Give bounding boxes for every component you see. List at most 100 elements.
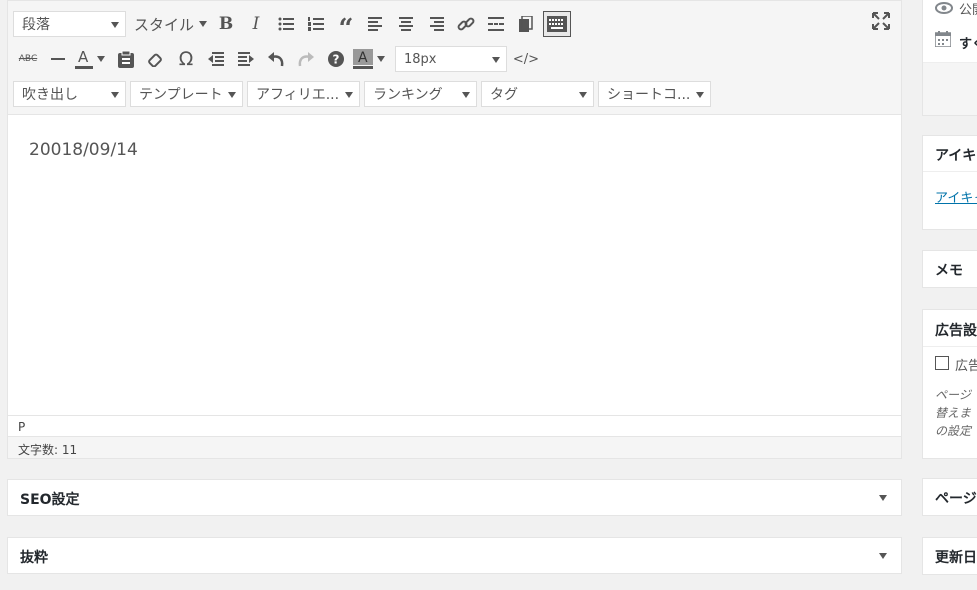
excerpt-box[interactable]: 抜粋 xyxy=(7,537,902,574)
html-tag-icon: </> xyxy=(512,51,540,67)
redo-button[interactable] xyxy=(291,45,321,73)
seo-settings-title: SEO設定 xyxy=(20,492,80,508)
toolbar-toggle-button[interactable] xyxy=(543,11,572,37)
html-tag-button[interactable]: </> xyxy=(511,45,541,73)
balloon-select-value: 吹き出し xyxy=(22,87,78,103)
schedule-status: すぐ xyxy=(959,37,977,52)
background-color-icon: A xyxy=(353,49,373,69)
tag-select[interactable]: タグ xyxy=(481,81,594,107)
ad-note-line-3: の設定 xyxy=(935,424,972,438)
seo-settings-box[interactable]: SEO設定 xyxy=(7,479,902,516)
italic-icon: I xyxy=(252,14,260,34)
read-more-icon xyxy=(488,17,505,31)
help-button[interactable]: ? xyxy=(321,45,351,73)
bullet-list-button[interactable] xyxy=(271,10,301,38)
element-path-p[interactable]: P xyxy=(18,420,25,434)
editor-content-area[interactable]: 20018/09/14 xyxy=(8,114,901,415)
toggle-arrow-icon[interactable] xyxy=(879,553,887,559)
format-select[interactable]: 段落 xyxy=(13,11,126,37)
page-box-title: ページ xyxy=(935,491,977,507)
italic-button[interactable]: I xyxy=(241,10,271,38)
chevron-down-icon xyxy=(111,22,119,28)
chevron-down-icon xyxy=(492,57,500,63)
toolbar-row-2: ABC A Ω ? A 18px </> xyxy=(13,45,541,73)
bullet-list-icon xyxy=(278,17,295,31)
svg-text:A: A xyxy=(358,50,368,66)
bold-icon: B xyxy=(218,14,234,34)
eyecatch-box: アイキ アイキャ xyxy=(922,135,977,230)
indent-button[interactable] xyxy=(231,45,261,73)
balloon-select[interactable]: 吹き出し xyxy=(13,81,126,107)
editor-screen: 段落 スタイル B I “ ABC A Ω ? A 18px </> 吹き出し … xyxy=(0,0,977,590)
font-size-value: 18px xyxy=(404,51,437,67)
indent-icon xyxy=(238,52,254,66)
paste-button[interactable] xyxy=(511,10,541,38)
template-select-value: テンプレート xyxy=(139,87,223,103)
update-date-box[interactable]: 更新日 xyxy=(922,537,977,575)
editor-content-text[interactable]: 20018/09/14 xyxy=(29,140,138,160)
divider xyxy=(923,346,977,347)
strikethrough-icon: ABC xyxy=(18,54,38,64)
ad-settings-box: 広告設 広告 ページ 替えま の設定 xyxy=(922,309,977,459)
align-center-button[interactable] xyxy=(391,10,421,38)
help-icon: ? xyxy=(328,51,344,67)
background-color-button[interactable]: A xyxy=(351,45,375,73)
fullscreen-button[interactable] xyxy=(872,12,890,34)
page-box[interactable]: ページ xyxy=(922,478,977,516)
ranking-select[interactable]: ランキング xyxy=(364,81,477,107)
align-center-icon xyxy=(399,17,414,31)
special-character-button[interactable]: Ω xyxy=(171,45,201,73)
align-left-button[interactable] xyxy=(361,10,391,38)
toggle-arrow-icon[interactable] xyxy=(879,495,887,501)
ad-settings-title: 広告設 xyxy=(935,323,977,339)
ad-checkbox-label: 広告 xyxy=(955,359,977,374)
clear-formatting-icon xyxy=(148,53,162,67)
set-eyecatch-link[interactable]: アイキャ xyxy=(935,187,977,206)
post-editor: 段落 スタイル B I “ ABC A Ω ? A 18px </> 吹き出し … xyxy=(7,0,902,459)
font-size-select[interactable]: 18px xyxy=(395,46,507,72)
memo-box[interactable]: メモ xyxy=(922,250,977,288)
format-select-value: 段落 xyxy=(22,17,50,33)
horizontal-line-button[interactable] xyxy=(43,45,73,73)
blockquote-icon: “ xyxy=(338,14,354,44)
publish-box: 公開 すぐ xyxy=(922,0,977,116)
style-menu-button[interactable]: スタイル xyxy=(130,10,211,38)
affiliate-select[interactable]: アフィリエ... xyxy=(247,81,360,107)
chevron-down-icon xyxy=(111,92,119,98)
calendar-icon xyxy=(935,31,951,47)
text-color-button[interactable]: A xyxy=(73,45,95,73)
text-color-icon: A xyxy=(75,49,93,69)
toolbar-row-3: 吹き出し テンプレート アフィリエ... ランキング タグ ショートコ... xyxy=(13,80,715,108)
toolbar-row-1: 段落 スタイル B I “ xyxy=(13,10,572,43)
clear-formatting-button[interactable] xyxy=(141,45,171,73)
link-button[interactable] xyxy=(451,10,481,38)
align-right-icon xyxy=(430,17,445,31)
outdent-button[interactable] xyxy=(201,45,231,73)
numbered-list-button[interactable] xyxy=(301,10,331,38)
strikethrough-button[interactable]: ABC xyxy=(13,45,43,73)
blockquote-button[interactable]: “ xyxy=(331,10,361,43)
element-path: P xyxy=(8,415,901,436)
eye-icon xyxy=(935,2,953,14)
word-count: 文字数: 11 xyxy=(8,436,901,458)
chevron-down-icon[interactable] xyxy=(377,56,385,62)
ranking-select-value: ランキング xyxy=(373,87,443,103)
divider xyxy=(923,171,977,172)
shortcode-select[interactable]: ショートコ... xyxy=(598,81,711,107)
memo-title: メモ xyxy=(935,263,963,279)
chevron-down-icon[interactable] xyxy=(97,56,105,62)
read-more-button[interactable] xyxy=(481,10,511,38)
redo-icon xyxy=(298,52,314,67)
chevron-down-icon xyxy=(228,92,236,98)
paste-text-icon xyxy=(118,50,134,68)
align-right-button[interactable] xyxy=(421,10,451,38)
svg-text:A: A xyxy=(78,49,89,66)
paste-text-button[interactable] xyxy=(111,45,141,73)
bold-button[interactable]: B xyxy=(211,10,241,38)
chevron-down-icon xyxy=(696,92,704,98)
special-character-icon: Ω xyxy=(178,48,194,70)
ad-checkbox[interactable] xyxy=(935,356,949,370)
horizontal-line-icon xyxy=(51,58,65,60)
undo-button[interactable] xyxy=(261,45,291,73)
template-select[interactable]: テンプレート xyxy=(130,81,243,107)
